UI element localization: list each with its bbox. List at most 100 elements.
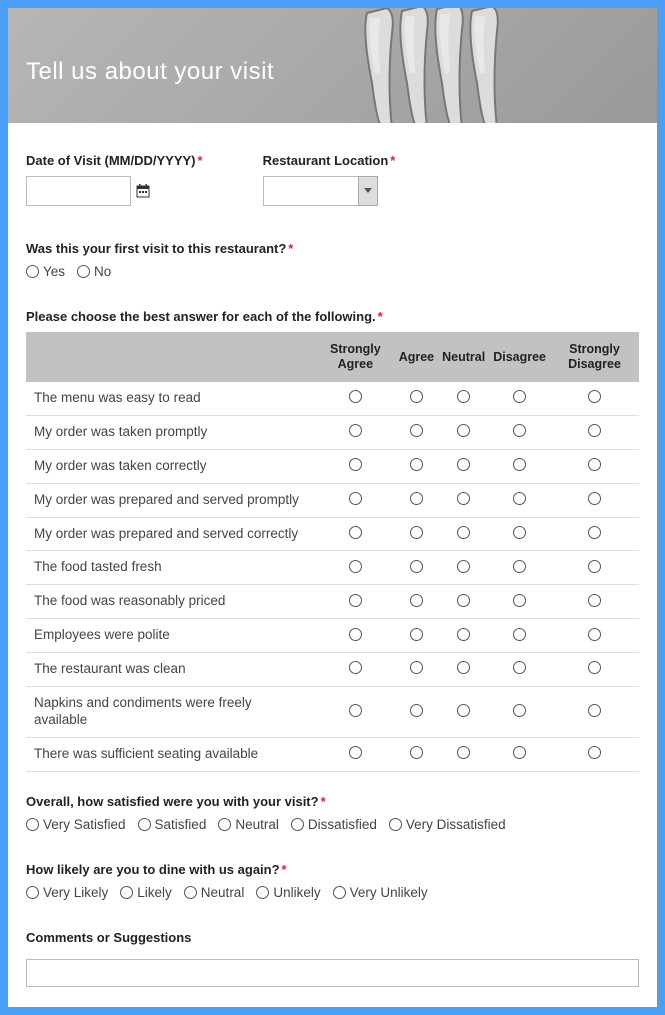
matrix-radio[interactable] — [513, 390, 526, 403]
matrix-radio[interactable] — [588, 458, 601, 471]
matrix-radio[interactable] — [349, 628, 362, 641]
matrix-radio[interactable] — [513, 704, 526, 717]
matrix-radio[interactable] — [457, 526, 470, 539]
matrix-radio[interactable] — [513, 526, 526, 539]
matrix-radio[interactable] — [588, 661, 601, 674]
matrix-radio[interactable] — [349, 661, 362, 674]
matrix-radio[interactable] — [457, 661, 470, 674]
radio-option[interactable]: Likely — [120, 885, 172, 900]
matrix-radio[interactable] — [588, 628, 601, 641]
chevron-down-icon[interactable] — [358, 176, 378, 206]
col-header: Disagree — [489, 332, 550, 382]
fork-image — [347, 8, 517, 123]
matrix-radio[interactable] — [349, 704, 362, 717]
matrix-radio[interactable] — [410, 492, 423, 505]
table-row: The menu was easy to read — [26, 382, 639, 415]
comments-question: Comments or Suggestions — [26, 930, 639, 987]
matrix-radio[interactable] — [349, 560, 362, 573]
matrix-radio[interactable] — [349, 390, 362, 403]
overall-label: Overall, how satisfied were you with you… — [26, 794, 639, 809]
row-label: The restaurant was clean — [26, 653, 316, 687]
likely-question: How likely are you to dine with us again… — [26, 862, 639, 900]
radio-label: Dissatisfied — [308, 817, 377, 832]
matrix-radio[interactable] — [457, 560, 470, 573]
calendar-icon[interactable] — [135, 183, 151, 199]
radio-no[interactable]: No — [77, 264, 111, 279]
matrix-radio[interactable] — [457, 594, 470, 607]
matrix-radio[interactable] — [513, 594, 526, 607]
matrix-radio[interactable] — [410, 560, 423, 573]
radio-icon — [184, 886, 197, 899]
matrix-radio[interactable] — [410, 390, 423, 403]
radio-option[interactable]: Dissatisfied — [291, 817, 377, 832]
matrix-radio[interactable] — [349, 458, 362, 471]
matrix-label: Please choose the best answer for each o… — [26, 309, 639, 324]
matrix-radio[interactable] — [588, 560, 601, 573]
row-label: There was sufficient seating available — [26, 737, 316, 771]
matrix-radio[interactable] — [457, 424, 470, 437]
radio-option[interactable]: Satisfied — [138, 817, 207, 832]
comments-input[interactable] — [26, 959, 639, 987]
matrix-radio[interactable] — [457, 704, 470, 717]
col-header: Strongly Disagree — [550, 332, 639, 382]
matrix-radio[interactable] — [349, 594, 362, 607]
matrix-table: Strongly Agree Agree Neutral Disagree St… — [26, 332, 639, 772]
matrix-radio[interactable] — [457, 458, 470, 471]
matrix-radio[interactable] — [410, 661, 423, 674]
required-mark: * — [198, 153, 203, 168]
comments-label: Comments or Suggestions — [26, 930, 639, 945]
matrix-radio[interactable] — [513, 560, 526, 573]
radio-icon — [218, 818, 231, 831]
matrix-radio[interactable] — [588, 746, 601, 759]
matrix-radio[interactable] — [410, 746, 423, 759]
matrix-radio[interactable] — [410, 594, 423, 607]
matrix-radio[interactable] — [349, 746, 362, 759]
matrix-radio[interactable] — [513, 628, 526, 641]
date-input[interactable] — [26, 176, 131, 206]
row-label: The food tasted fresh — [26, 551, 316, 585]
radio-label: Very Satisfied — [43, 817, 126, 832]
matrix-radio[interactable] — [588, 424, 601, 437]
matrix-radio[interactable] — [513, 746, 526, 759]
matrix-radio[interactable] — [513, 661, 526, 674]
matrix-radio[interactable] — [513, 424, 526, 437]
radio-icon — [256, 886, 269, 899]
required-mark: * — [390, 153, 395, 168]
matrix-radio[interactable] — [588, 526, 601, 539]
table-row: There was sufficient seating available — [26, 737, 639, 771]
matrix-radio[interactable] — [588, 492, 601, 505]
matrix-radio[interactable] — [513, 492, 526, 505]
radio-label: Very Unlikely — [350, 885, 428, 900]
radio-option[interactable]: Neutral — [218, 817, 279, 832]
matrix-radio[interactable] — [588, 390, 601, 403]
location-label: Restaurant Location* — [263, 153, 396, 168]
matrix-radio[interactable] — [513, 458, 526, 471]
col-header: Neutral — [438, 332, 489, 382]
matrix-radio[interactable] — [410, 704, 423, 717]
radio-option[interactable]: Unlikely — [256, 885, 320, 900]
matrix-radio[interactable] — [410, 628, 423, 641]
matrix-radio[interactable] — [410, 424, 423, 437]
radio-label: Satisfied — [155, 817, 207, 832]
row-label: Napkins and condiments were freely avail… — [26, 686, 316, 737]
matrix-radio[interactable] — [457, 390, 470, 403]
radio-option[interactable]: Very Satisfied — [26, 817, 126, 832]
matrix-radio[interactable] — [349, 424, 362, 437]
matrix-radio[interactable] — [349, 492, 362, 505]
radio-option[interactable]: Very Unlikely — [333, 885, 428, 900]
matrix-radio[interactable] — [410, 458, 423, 471]
radio-option[interactable]: Neutral — [184, 885, 245, 900]
row-label: My order was taken correctly — [26, 449, 316, 483]
matrix-radio[interactable] — [457, 746, 470, 759]
matrix-radio[interactable] — [588, 704, 601, 717]
location-select[interactable] — [263, 176, 396, 206]
radio-option[interactable]: Very Likely — [26, 885, 108, 900]
row-label: My order was prepared and served promptl… — [26, 483, 316, 517]
matrix-radio[interactable] — [457, 492, 470, 505]
radio-yes[interactable]: Yes — [26, 264, 65, 279]
radio-option[interactable]: Very Dissatisfied — [389, 817, 506, 832]
matrix-radio[interactable] — [410, 526, 423, 539]
matrix-radio[interactable] — [349, 526, 362, 539]
matrix-radio[interactable] — [457, 628, 470, 641]
matrix-radio[interactable] — [588, 594, 601, 607]
